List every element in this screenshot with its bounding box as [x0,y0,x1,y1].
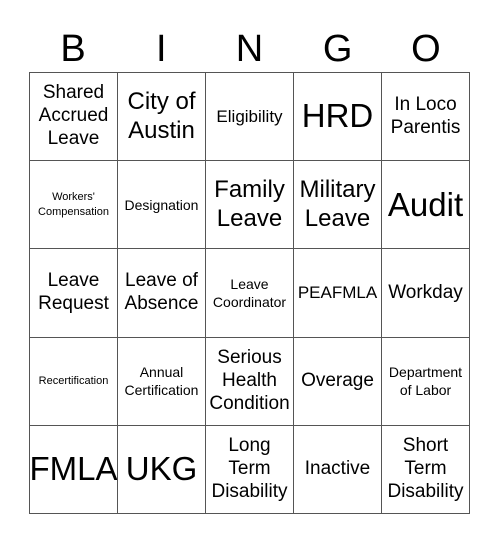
cell-label: Leave of Absence [124,270,199,314]
bingo-cell-n1[interactable]: Eligibility [206,73,294,162]
bingo-cell-o5[interactable]: Short Term Disability [382,425,470,514]
bingo-cell-b2[interactable]: Workers' Compensation [30,161,118,250]
cell-label: Long Term Disability [211,435,288,502]
cell-label: Annual Certification [124,364,199,399]
bingo-cell-i5[interactable]: UKG [118,425,206,514]
cell-label: In Loco Parentis [390,93,461,138]
bingo-board: Shared Accrued Leave City of Austin Eligib… [29,72,470,514]
cell-label: Recertification [38,375,109,388]
cell-label: City of Austin [127,87,196,144]
bingo-cell-n3[interactable]: Leave Coordinator [206,249,294,338]
bingo-cell-i1[interactable]: City of Austin [118,73,206,162]
bingo-cell-n4[interactable]: Serious Health Condition [206,337,294,426]
bingo-cell-b5[interactable]: FMLA [30,425,118,514]
cell-label: FMLA [30,450,118,488]
bingo-cell-b4[interactable]: Recertification [30,337,118,426]
bingo-cell-o2[interactable]: Audit [382,161,470,250]
cell-label: Leave Coordinator [212,275,287,310]
bingo-cell-g1[interactable]: HRD [294,73,382,162]
bingo-cell-n2[interactable]: Family Leave [206,161,294,250]
cell-label: Eligibility [216,106,283,126]
bingo-cell-i2[interactable]: Designation [118,161,206,250]
bingo-cell-n5[interactable]: Long Term Disability [206,425,294,514]
cell-label: Department of Labor [388,364,463,399]
cell-label: Family Leave [214,175,285,232]
cell-label: Overage [301,369,374,391]
header-letter-i: I [156,28,167,70]
cell-label: Leave Request [38,270,109,314]
bingo-cell-o3[interactable]: Workday [382,249,470,338]
bingo-cell-g2[interactable]: Military Leave [294,161,382,250]
bingo-cell-i4[interactable]: Annual Certification [118,337,206,426]
cell-label: Audit [387,185,464,223]
bingo-cell-g4[interactable]: Overage [294,337,382,426]
bingo-cell-o4[interactable]: Department of Labor [382,337,470,426]
cell-label: UKG [125,450,198,488]
bingo-cell-b3[interactable]: Leave Request [30,249,118,338]
header-letter-o: O [411,28,441,70]
bingo-header: B I N G O [29,26,470,72]
cell-label: Shared Accrued Leave [38,82,109,149]
cell-label: HRD [301,97,374,135]
cell-label: Workers' Compensation [38,191,109,218]
bingo-cell-g3[interactable]: PEAFMLA [294,249,382,338]
header-letter-n: N [235,28,264,70]
cell-label: Military Leave [299,175,376,232]
cell-label: Designation [124,196,199,213]
bingo-cell-i3[interactable]: Leave of Absence [118,249,206,338]
bingo-cell-g5[interactable]: Inactive [294,425,382,514]
header-letter-g: G [322,28,353,70]
cell-label: PEAFMLA [297,283,378,303]
cell-label: Short Term Disability [387,435,464,502]
bingo-cell-o1[interactable]: In Loco Parentis [382,73,470,162]
cell-label: Inactive [304,457,371,479]
header-letter-b: B [60,28,86,70]
cell-label: Workday [388,281,463,303]
bingo-cell-b1[interactable]: Shared Accrued Leave [30,73,118,162]
cell-label: Serious Health Condition [209,347,290,414]
